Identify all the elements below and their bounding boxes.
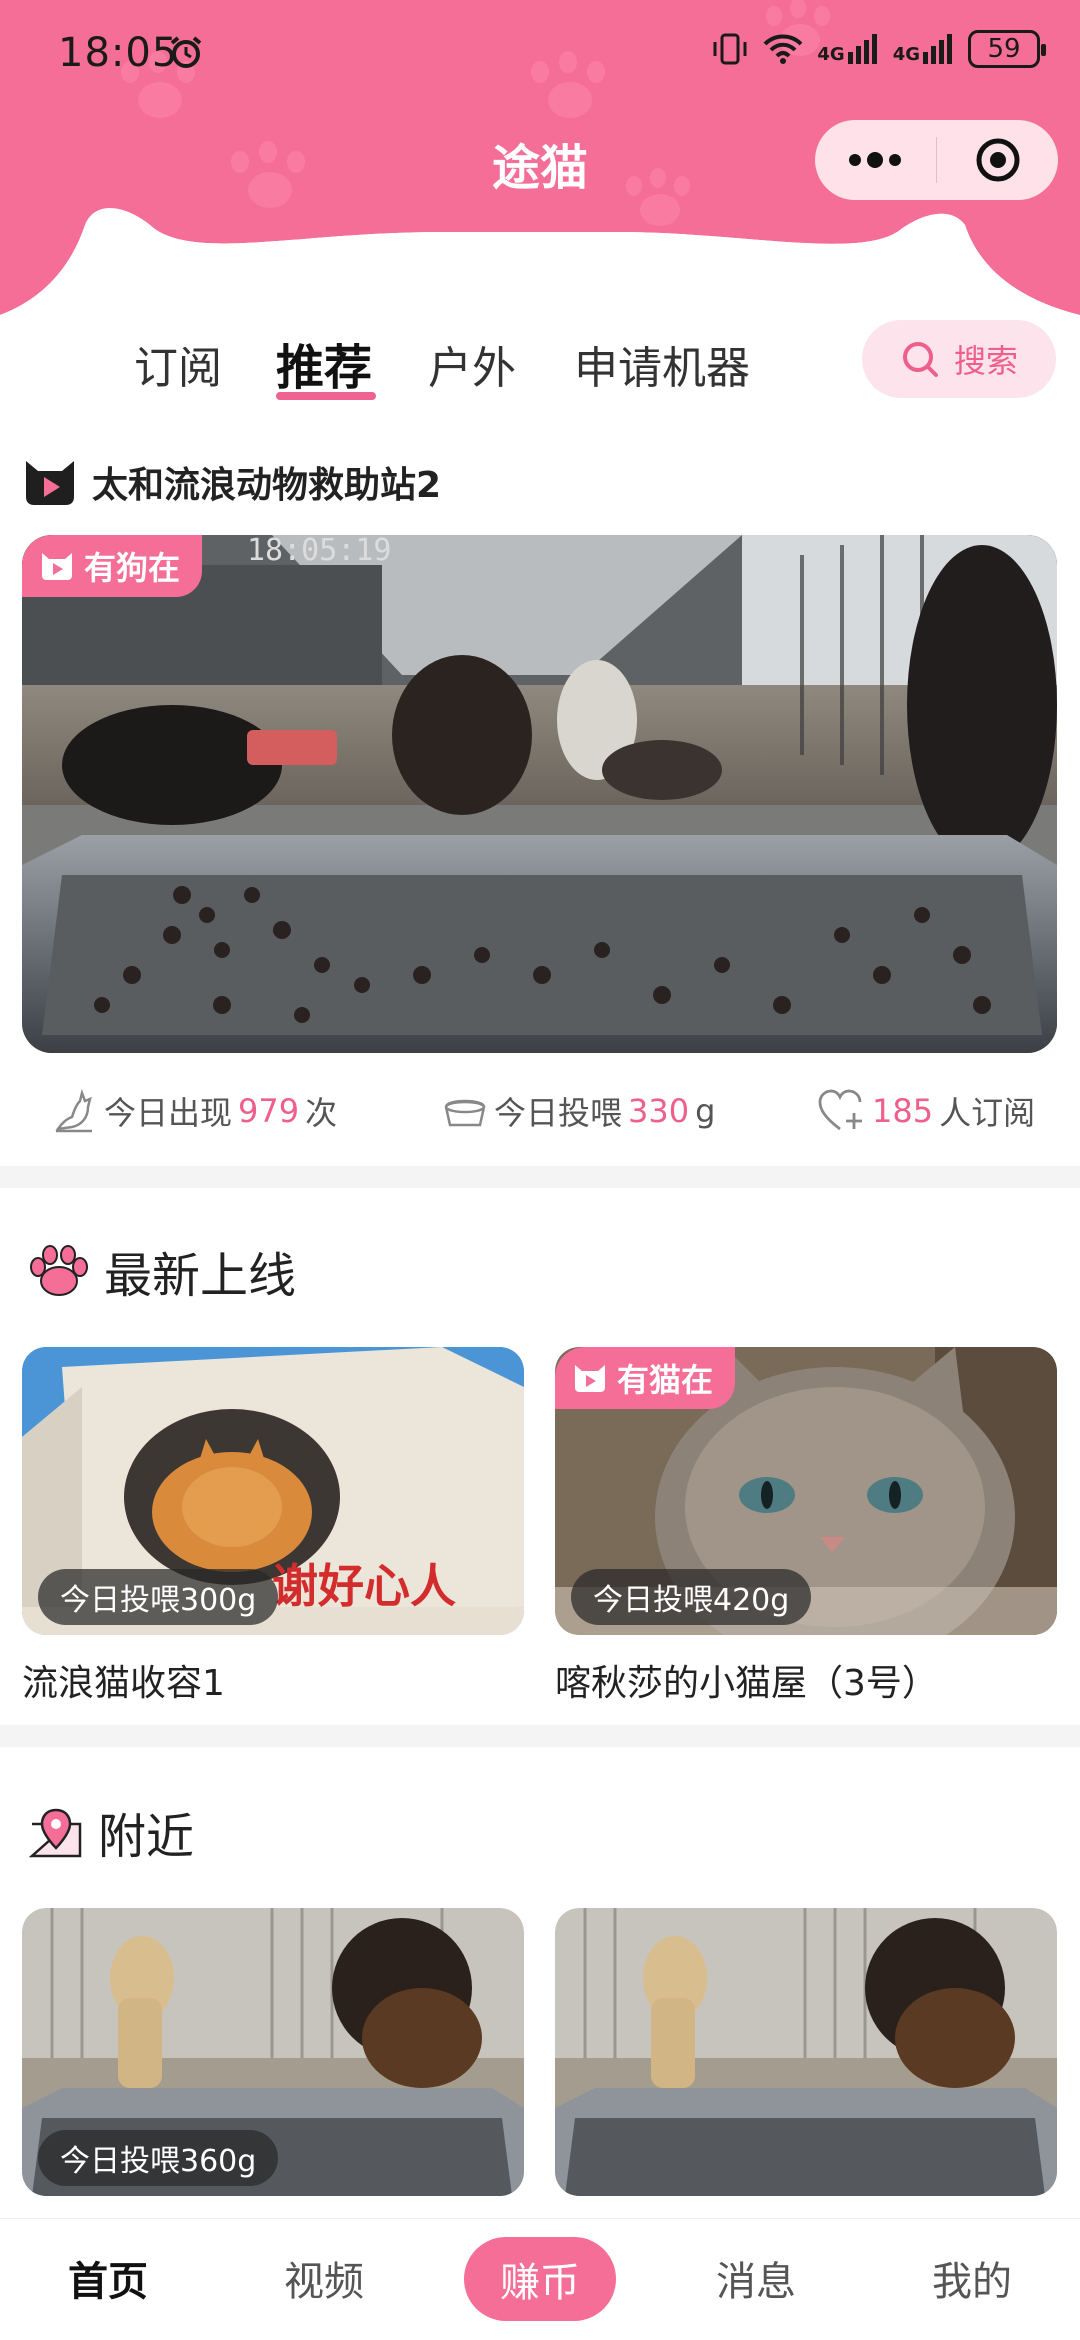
dog-present-tag: 有狗在: [22, 535, 203, 597]
section-divider: [0, 1725, 1080, 1747]
target-icon: [976, 138, 1020, 182]
feed-label: 今日投喂420g: [571, 1569, 812, 1625]
latest-card-2[interactable]: 有猫在 今日投喂420g: [555, 1347, 1057, 1635]
appear-count: 979: [238, 1092, 300, 1130]
video-timestamp: 18:05:19: [247, 535, 392, 568]
status-time: 18:05: [58, 30, 179, 76]
nearby-card-1[interactable]: 今日投喂360g: [22, 1908, 524, 2196]
banner-text: 谢好心人: [272, 1559, 456, 1613]
nav-earn-coins[interactable]: 赚币: [464, 2237, 616, 2321]
nearby-card-2[interactable]: [555, 1908, 1057, 2196]
feed-amount: 330: [628, 1092, 690, 1130]
latest-card-1-thumbnail: 谢好心人 今日投喂300g: [22, 1347, 524, 1635]
cat-present-tag: 有猫在: [555, 1347, 736, 1409]
more-button[interactable]: [815, 120, 936, 200]
nav-messages[interactable]: 消息: [716, 2249, 796, 2307]
tab-subscribe[interactable]: 订阅: [134, 332, 222, 396]
feed-label: 今日投喂360g: [38, 2130, 279, 2186]
signal-2-icon: 4G: [893, 34, 954, 64]
stat-subscribers[interactable]: 185 人订阅: [818, 1088, 1035, 1134]
food-bowl-icon: [444, 1099, 486, 1127]
station-name: 太和流浪动物救助站2: [92, 465, 442, 506]
nav-home[interactable]: 首页: [68, 2249, 148, 2307]
nearby-card-2-thumbnail: [555, 1908, 1057, 2196]
active-tab-indicator: [276, 392, 376, 400]
live-video-frame: 18:05:19: [22, 535, 1057, 1053]
paw-icon: [30, 1245, 88, 1296]
latest-card-2-title[interactable]: 喀秋莎的小猫屋（3号）: [555, 1654, 938, 1706]
latest-section-title: 最新上线: [26, 1236, 296, 1306]
map-pin-icon: [28, 1808, 82, 1858]
tab-apply-device[interactable]: 申请机器: [574, 332, 750, 396]
alarm-icon: [170, 36, 202, 68]
nearby-card-1-thumbnail: 今日投喂360g: [22, 1908, 524, 2196]
cat-play-icon: [575, 1365, 605, 1392]
cat-play-icon: [42, 553, 72, 580]
more-dots-icon: [849, 152, 902, 168]
nav-video[interactable]: 视频: [284, 2249, 364, 2307]
sub-count: 185: [872, 1092, 934, 1130]
section-divider: [0, 1166, 1080, 1188]
status-bar: 18:05 4G 4G 59: [0, 0, 1080, 110]
status-icons: 4G 4G 59: [711, 30, 1046, 68]
nav-mine[interactable]: 我的: [932, 2249, 1012, 2307]
heart-plus-icon: [818, 1089, 862, 1131]
wifi-icon: [763, 34, 803, 64]
bottom-navigation: 首页 视频 赚币 消息 我的: [0, 2218, 1080, 2340]
mini-program-capsule: [815, 120, 1058, 200]
nearby-section-title: 附近: [26, 1797, 194, 1867]
latest-card-1-title[interactable]: 流浪猫收容1: [22, 1654, 225, 1706]
featured-live-video[interactable]: 18:05:19 有狗在: [22, 535, 1057, 1053]
cat-play-icon: [26, 461, 74, 505]
close-program-button[interactable]: [937, 120, 1058, 200]
stat-appearances: 今日出现 979 次: [52, 1088, 337, 1134]
featured-stats: 今日出现 979 次 今日投喂 330 g 185 人订阅: [0, 1082, 1080, 1142]
search-button[interactable]: 搜索: [862, 320, 1056, 398]
battery-indicator: 59: [968, 30, 1046, 68]
vibrate-icon: [713, 33, 747, 65]
app-header: 18:05 4G 4G 59 途猫: [0, 0, 1080, 320]
tab-recommend[interactable]: 推荐: [276, 328, 372, 398]
search-label: 搜索: [953, 342, 1018, 380]
tab-outdoor[interactable]: 户外: [428, 332, 516, 396]
signal-1-icon: 4G: [817, 34, 878, 64]
latest-card-1[interactable]: 谢好心人 今日投喂300g: [22, 1347, 524, 1635]
stat-fed: 今日投喂 330 g: [442, 1088, 715, 1134]
category-tabs: 订阅 推荐 户外 申请机器 搜索: [0, 320, 1080, 430]
station-header[interactable]: 太和流浪动物救助站2: [22, 456, 441, 508]
search-icon: [902, 342, 938, 377]
feed-label: 今日投喂300g: [38, 1569, 279, 1625]
latest-card-2-thumbnail: 有猫在 今日投喂420g: [555, 1347, 1057, 1635]
cat-silhouette-icon: [55, 1089, 92, 1133]
